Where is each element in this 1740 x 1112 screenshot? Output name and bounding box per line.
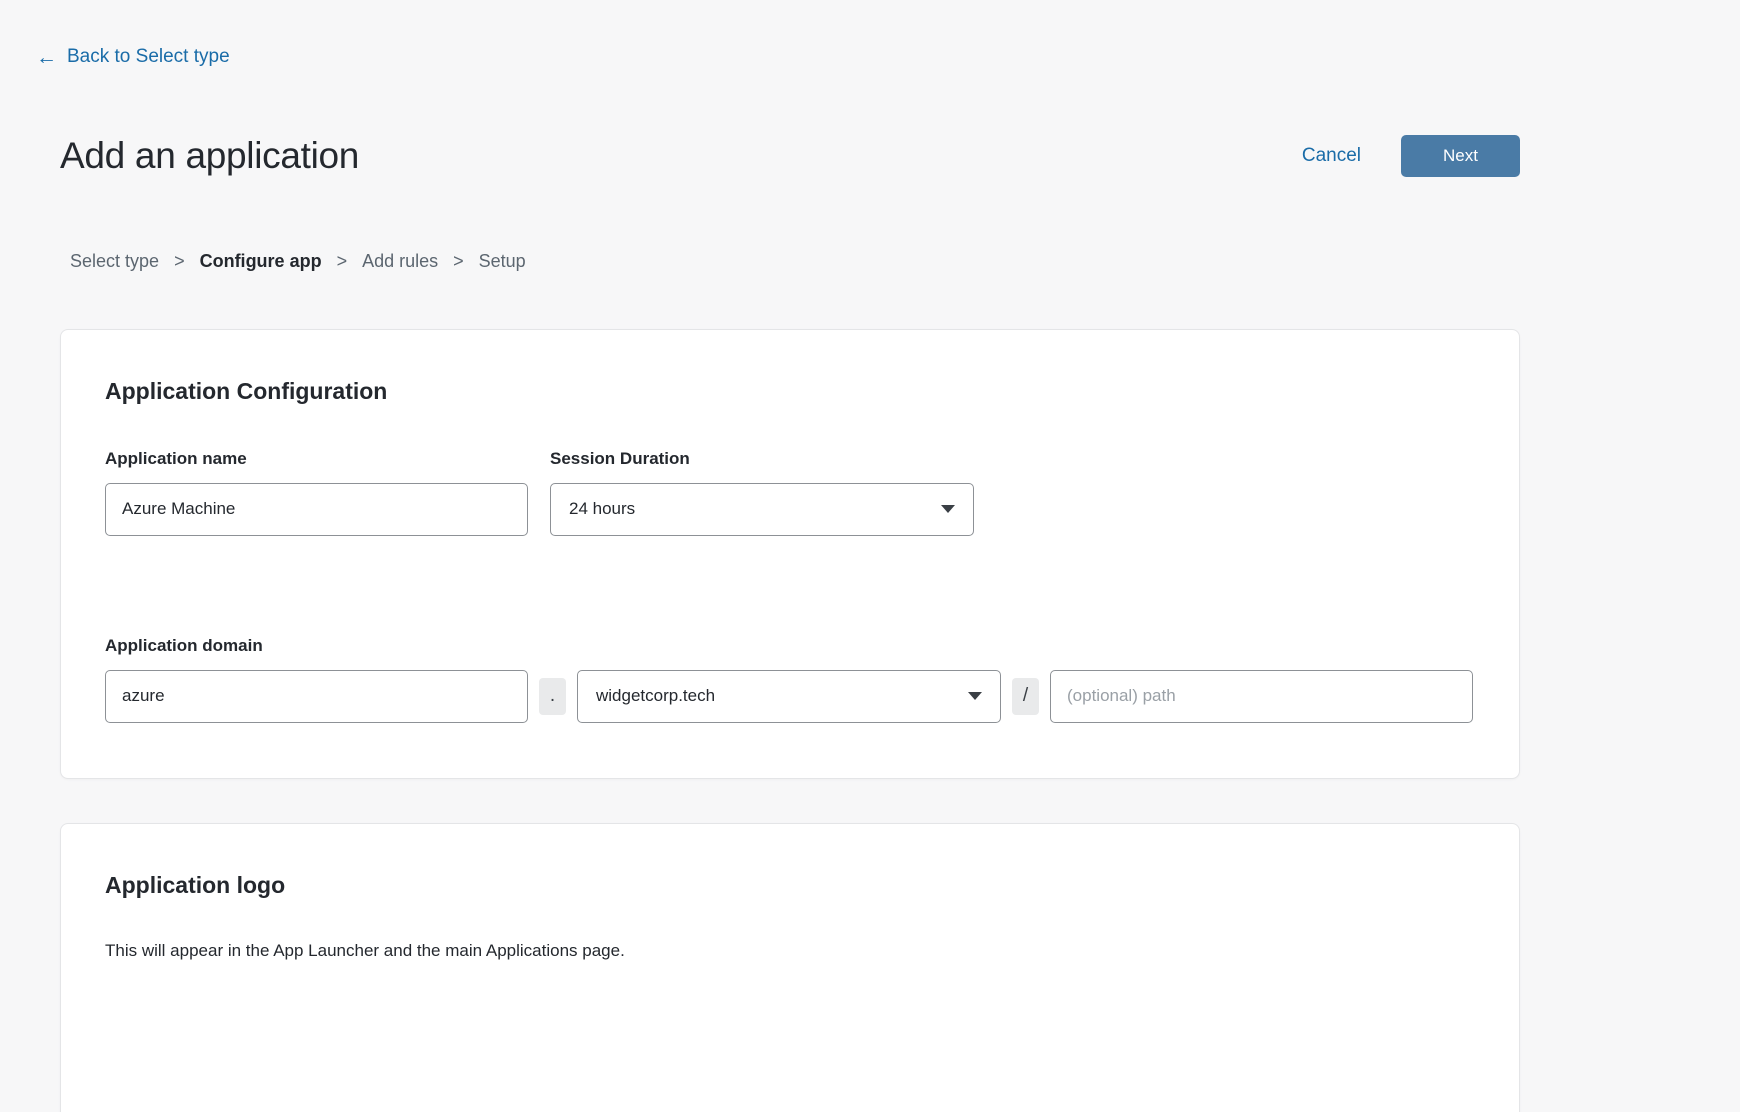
chevron-down-icon <box>968 692 982 700</box>
page-content: Add an application Cancel Next Select ty… <box>60 135 1520 1112</box>
application-domain-field: Application domain . widgetcorp.tech / <box>105 636 1475 723</box>
path-input[interactable] <box>1050 670 1473 723</box>
session-duration-field: Session Duration 24 hours <box>550 449 974 536</box>
breadcrumb: Select type > Configure app > Add rules … <box>70 251 1520 272</box>
back-link[interactable]: ← Back to Select type <box>36 46 230 68</box>
application-configuration-title: Application Configuration <box>105 378 1475 405</box>
application-domain-label: Application domain <box>105 636 1475 656</box>
application-name-input[interactable] <box>105 483 528 536</box>
header-actions: Cancel Next <box>1302 135 1520 177</box>
application-logo-description: This will appear in the App Launcher and… <box>105 941 1475 961</box>
application-name-field: Application name <box>105 449 528 536</box>
breadcrumb-setup: Setup <box>479 251 526 272</box>
breadcrumb-separator: > <box>453 251 464 272</box>
domain-select-value: widgetcorp.tech <box>596 686 715 706</box>
slash-separator: / <box>1012 678 1039 715</box>
breadcrumb-configure-app: Configure app <box>200 251 322 272</box>
application-logo-card: Application logo This will appear in the… <box>60 823 1520 1112</box>
next-button[interactable]: Next <box>1401 135 1520 177</box>
breadcrumb-separator: > <box>337 251 348 272</box>
application-name-label: Application name <box>105 449 528 469</box>
cancel-button[interactable]: Cancel <box>1302 145 1361 167</box>
session-duration-value: 24 hours <box>569 499 635 519</box>
application-domain-row: . widgetcorp.tech / <box>105 670 1475 723</box>
back-arrow-icon: ← <box>36 47 57 68</box>
domain-select[interactable]: widgetcorp.tech <box>577 670 1001 723</box>
page-header: Add an application Cancel Next <box>60 135 1520 177</box>
name-duration-row: Application name Session Duration 24 hou… <box>105 449 1475 536</box>
breadcrumb-select-type[interactable]: Select type <box>70 251 159 272</box>
session-duration-select[interactable]: 24 hours <box>550 483 974 536</box>
subdomain-input[interactable] <box>105 670 528 723</box>
session-duration-label: Session Duration <box>550 449 974 469</box>
application-configuration-card: Application Configuration Application na… <box>60 329 1520 779</box>
application-logo-title: Application logo <box>105 872 1475 899</box>
back-link-label: Back to Select type <box>67 46 230 68</box>
chevron-down-icon <box>941 505 955 513</box>
breadcrumb-separator: > <box>174 251 185 272</box>
breadcrumb-add-rules: Add rules <box>362 251 438 272</box>
dot-separator: . <box>539 678 566 715</box>
page-title: Add an application <box>60 135 359 177</box>
